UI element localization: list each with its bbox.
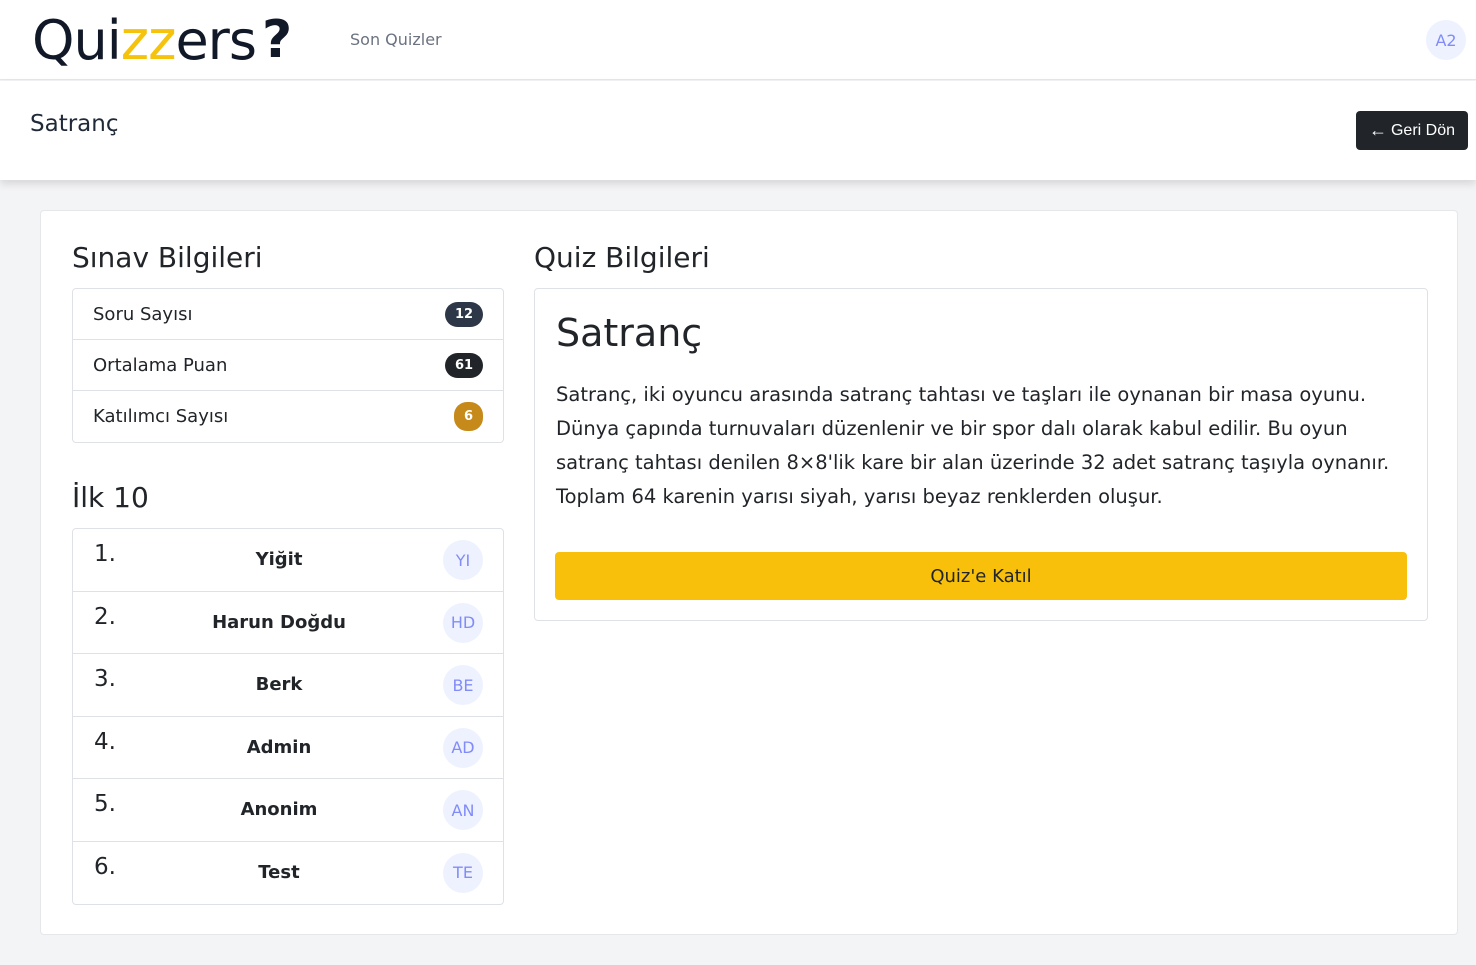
player-name: Harun Doğdu [212,611,346,633]
logo-text-3: ers [175,8,257,72]
player-name: Test [258,861,300,883]
player-avatar: TE [443,852,483,893]
back-button-label: Geri Dön [1390,121,1456,139]
leaderboard-row: 6. Test TE [73,842,503,905]
quizzers-logo[interactable]: Qui zz ers? [32,4,292,76]
player-name: Berk [255,674,303,695]
leaderboard-row: 4. Admin AD [73,717,503,779]
main-card: Sınav Bilgileri Soru Sayısı 12 Ortalama … [40,210,1458,935]
average-score-badge: 61 [445,352,483,378]
question-count-label: Soru Sayısı [93,303,193,325]
exam-info-list: Soru Sayısı 12 Ortalama Puan 61 Katılımc… [72,288,504,443]
average-score-label: Ortalama Puan [93,354,228,376]
participant-count-label: Katılımcı Sayısı [93,406,229,427]
exam-info-title: Sınav Bilgileri [72,241,263,274]
player-name: Yiğit [255,549,303,570]
player-avatar: AD [443,727,483,768]
leaderboard-row: 1. Yiğit YI [73,529,503,592]
logo-text-2: zz [120,8,177,72]
list-item: Katılımcı Sayısı 6 [73,391,503,442]
participant-count-badge: 6 [454,402,483,431]
player-name: Anonim [240,799,318,820]
back-button[interactable]: ← Geri Dön [1356,111,1468,150]
list-item: Soru Sayısı 12 [73,289,503,340]
top10-title: İlk 10 [72,481,149,514]
logo-question-mark: ? [262,10,292,70]
recent-quizzes-link[interactable]: Son Quizler [350,30,442,49]
player-avatar: BE [443,665,483,705]
quiz-title: Satranç [556,311,703,355]
top-navbar: Qui zz ers? Son Quizler A2 [0,0,1476,80]
quiz-description: Satranç, iki oyuncu arasında satranç tah… [556,383,1390,508]
join-quiz-button[interactable]: Quiz'e Katıl [555,552,1407,600]
user-avatar[interactable]: A2 [1426,20,1466,60]
question-count-badge: 12 [445,301,483,327]
page-header: Satranç ← Geri Dön [0,81,1476,180]
player-name: Admin [246,736,312,758]
leaderboard-row: 5. Anonim AN [73,779,503,842]
top10-list: 1. Yiğit YI 2. Harun Doğdu HD 3. Berk BE… [72,528,504,905]
leaderboard-row: 3. Berk BE [73,654,503,717]
player-avatar: HD [443,602,483,643]
leaderboard-row: 2. Harun Doğdu HD [73,592,503,654]
page-title: Satranç [30,111,119,137]
list-item: Ortalama Puan 61 [73,340,503,391]
player-avatar: AN [443,790,483,830]
quiz-info-title: Quiz Bilgileri [534,241,710,274]
logo-text-1: Qui [32,8,122,72]
arrow-left-icon: ← [1368,120,1387,140]
quiz-info-box: Satranç Satranç, iki oyuncu arasında sat… [534,288,1428,621]
player-avatar: YI [443,540,483,580]
